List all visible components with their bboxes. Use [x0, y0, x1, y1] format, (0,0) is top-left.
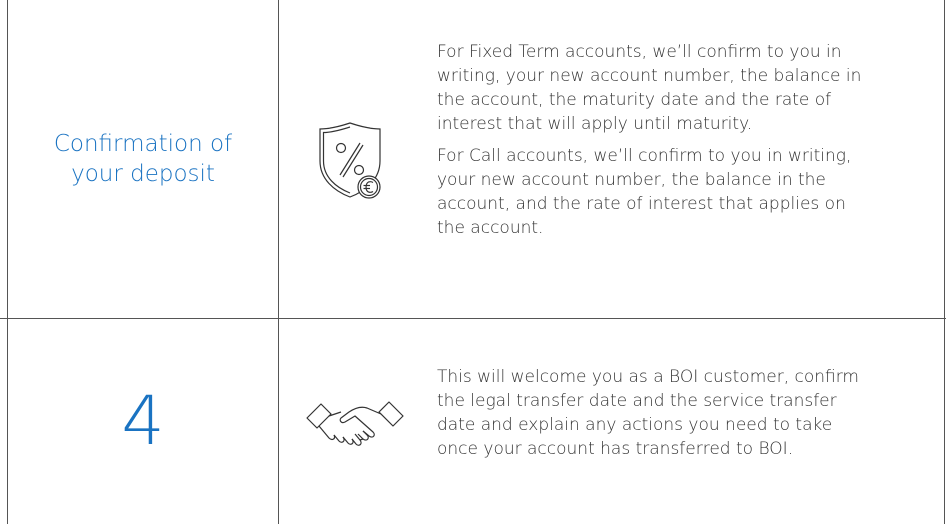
row-2-description: This will welcome you as a BOI customer,… [437, 365, 877, 461]
row-1-heading: Confirmation of your deposit [53, 131, 233, 187]
row-1-paragraph-2: For Call accounts, we’ll confirm to you … [437, 146, 852, 238]
row-2-heading-cell: 4 [8, 319, 278, 524]
table-column-divider [278, 0, 279, 524]
row-2-paragraph-1: This will welcome you as a BOI customer,… [437, 367, 859, 459]
row-1-description: For Fixed Term accounts, we’ll confirm t… [437, 40, 877, 240]
shield-percent-euro-icon [300, 110, 400, 210]
table-border-right [944, 0, 945, 524]
info-table: Confirmation of your deposit For Fixed T… [0, 0, 946, 524]
row-2-step-number: 4 [121, 382, 165, 461]
handshake-icon [300, 380, 410, 470]
row-1-paragraph-1: For Fixed Term accounts, we’ll confirm t… [437, 42, 862, 134]
row-1-heading-cell: Confirmation of your deposit [8, 0, 278, 318]
